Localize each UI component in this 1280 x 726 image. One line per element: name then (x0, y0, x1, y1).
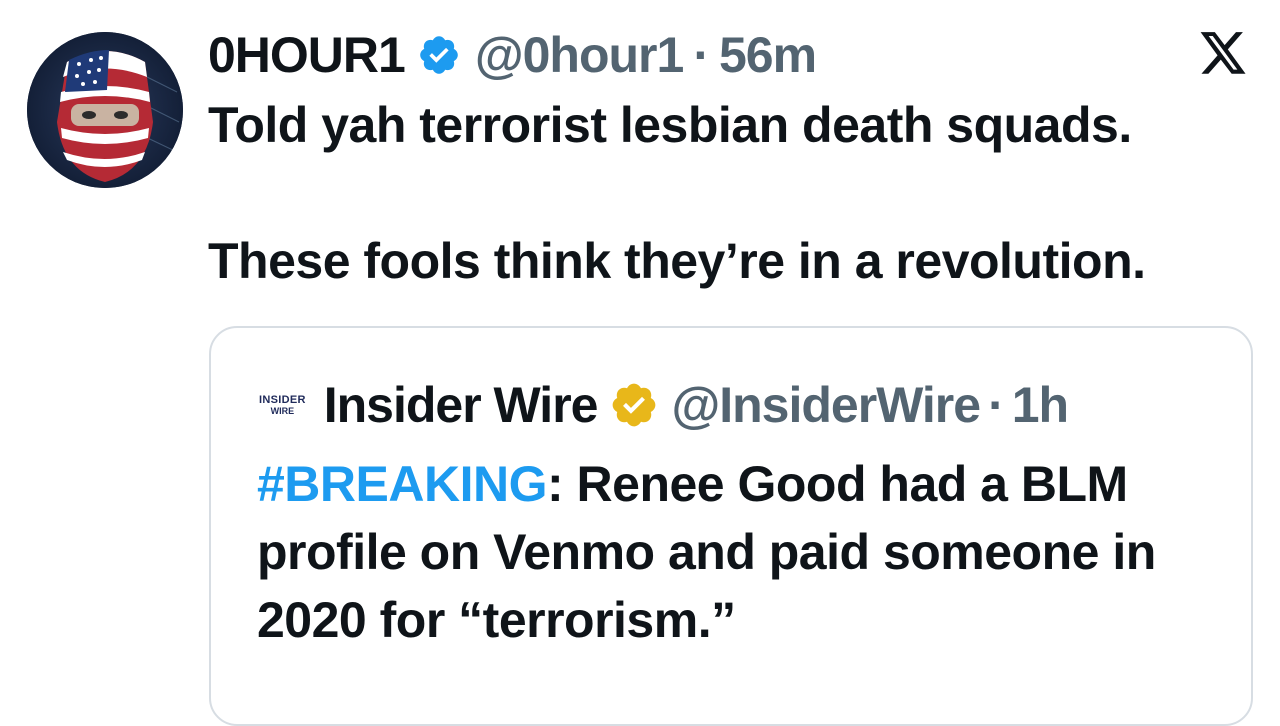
quoted-tweet-card[interactable]: INSIDER WIRE Insider Wire @InsiderWire ·… (209, 326, 1253, 726)
quoted-timestamp[interactable]: 1h (1012, 376, 1069, 434)
tweet-text-line-1: Told yah terrorist lesbian death squads. (208, 97, 1132, 153)
verified-badge-icon (417, 33, 461, 77)
quoted-tweet-header: INSIDER WIRE Insider Wire @InsiderWire ·… (259, 368, 1069, 442)
author-display-name[interactable]: 0HOUR1 (208, 26, 406, 84)
header-separator: · (693, 27, 710, 83)
masked-face-flag-avatar-icon (27, 32, 183, 188)
tweet-header: 0HOUR1 @0hour1 · 56m (208, 22, 817, 88)
logo-text-line-2: WIRE (270, 405, 295, 416)
quoted-handle[interactable]: @InsiderWire (671, 376, 981, 434)
insider-wire-logo: INSIDER WIRE (259, 393, 306, 416)
logo-text-line-1: INSIDER (259, 393, 306, 406)
tweet-text-line-2: These fools think they’re in a revolutio… (208, 233, 1146, 289)
quoted-tweet-text: #BREAKING: Renee Good had a BLM profile … (257, 450, 1217, 654)
author-handle[interactable]: @0hour1 (475, 26, 684, 84)
hashtag-link[interactable]: #BREAKING (257, 456, 547, 512)
tweet-timestamp[interactable]: 56m (719, 26, 817, 84)
quoted-display-name[interactable]: Insider Wire (324, 376, 599, 434)
gold-verified-badge-icon (609, 380, 659, 430)
quoted-header-separator: · (988, 377, 1005, 433)
x-logo-icon[interactable] (1198, 30, 1248, 78)
author-avatar[interactable] (27, 32, 183, 188)
